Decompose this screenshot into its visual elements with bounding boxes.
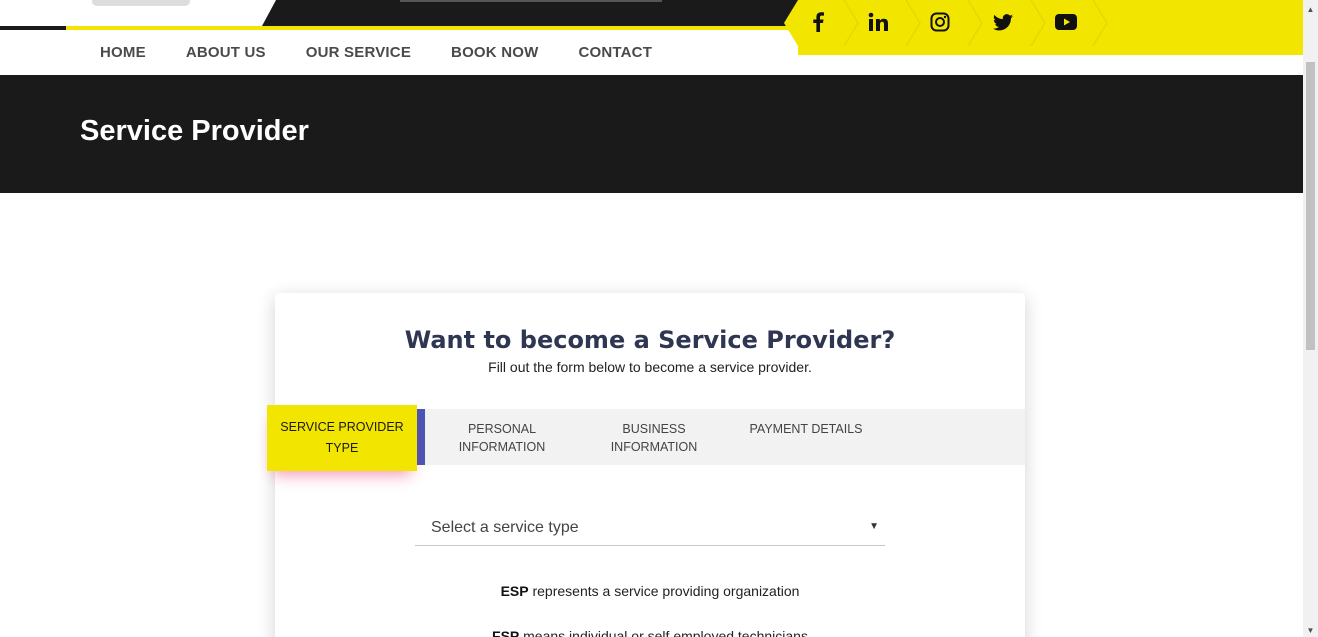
tab-label-line2: INFORMATION bbox=[610, 440, 698, 454]
service-type-select[interactable]: Select a service type ▼ bbox=[415, 511, 885, 546]
nav-item-contact[interactable]: CONTACT bbox=[578, 44, 652, 61]
nav-item-about-us[interactable]: ABOUT US bbox=[186, 44, 266, 61]
card-subtitle: Fill out the form below to become a serv… bbox=[488, 359, 812, 375]
tab-label-line2: TYPE bbox=[325, 441, 359, 455]
esp-text: represents a service providing organizat… bbox=[528, 583, 800, 599]
tab-label-line1: BUSINESS bbox=[622, 422, 686, 436]
scroll-up-icon[interactable]: ▲ bbox=[1303, 2, 1318, 16]
esp-label: ESP bbox=[500, 583, 529, 599]
header-underline-dark bbox=[0, 26, 66, 30]
hero-banner: Service Provider bbox=[0, 75, 1303, 193]
social-bar bbox=[784, 0, 1303, 55]
social-chevrons bbox=[843, 0, 1108, 46]
facebook-icon[interactable] bbox=[804, 8, 832, 36]
header-divider bbox=[400, 0, 662, 2]
page: HOME ABOUT US OUR SERVICE BOOK NOW CONTA… bbox=[0, 0, 1318, 637]
active-step-indicator bbox=[417, 409, 425, 465]
twitter-icon[interactable] bbox=[989, 8, 1017, 36]
page-title: Service Provider bbox=[80, 115, 309, 147]
tab-label-line1: SERVICE PROVIDER bbox=[280, 420, 404, 434]
tab-label-line2: INFORMATION bbox=[458, 440, 546, 454]
step-tabs: SERVICE PROVIDER TYPE PERSONAL INFORMATION… bbox=[267, 405, 1025, 471]
nav-item-our-service[interactable]: OUR SERVICE bbox=[306, 44, 411, 61]
main-nav: HOME ABOUT US OUR SERVICE BOOK NOW CONTA… bbox=[100, 44, 652, 61]
registration-card: Want to become a Service Provider? Fill … bbox=[267, 293, 1025, 637]
fsp-note: FSP means individual or self employed te… bbox=[275, 628, 1025, 637]
instagram-icon[interactable] bbox=[926, 8, 954, 36]
fsp-label: FSP bbox=[492, 628, 520, 637]
esp-note: ESP represents a service providing organ… bbox=[275, 583, 1025, 599]
header-underline-yellow bbox=[66, 26, 806, 30]
page-scrollbar[interactable]: ▲ ▼ bbox=[1303, 0, 1318, 637]
tab-personal-information[interactable]: PERSONAL INFORMATION bbox=[432, 409, 572, 456]
scroll-down-icon[interactable]: ▼ bbox=[1303, 623, 1318, 637]
nav-item-book-now[interactable]: BOOK NOW bbox=[451, 44, 538, 61]
logo[interactable] bbox=[92, 0, 190, 6]
chevron-down-icon: ▼ bbox=[869, 521, 879, 532]
youtube-icon[interactable] bbox=[1052, 8, 1080, 36]
fsp-text: means individual or self employed techni… bbox=[519, 628, 808, 637]
scrollbar-thumb[interactable] bbox=[1306, 62, 1315, 350]
select-value: Select a service type bbox=[431, 519, 579, 536]
tab-service-provider-type[interactable]: SERVICE PROVIDER TYPE bbox=[267, 405, 417, 471]
nav-item-home[interactable]: HOME bbox=[100, 44, 146, 61]
tab-label-line1: PERSONAL bbox=[467, 422, 537, 436]
tab-payment-details[interactable]: PAYMENT DETAILS bbox=[736, 409, 876, 438]
card-title: Want to become a Service Provider? bbox=[404, 326, 896, 354]
tab-label: PAYMENT DETAILS bbox=[749, 422, 863, 436]
tab-business-information[interactable]: BUSINESS INFORMATION bbox=[584, 409, 724, 456]
header-dark-band bbox=[262, 0, 802, 26]
linkedin-icon[interactable] bbox=[864, 8, 892, 36]
